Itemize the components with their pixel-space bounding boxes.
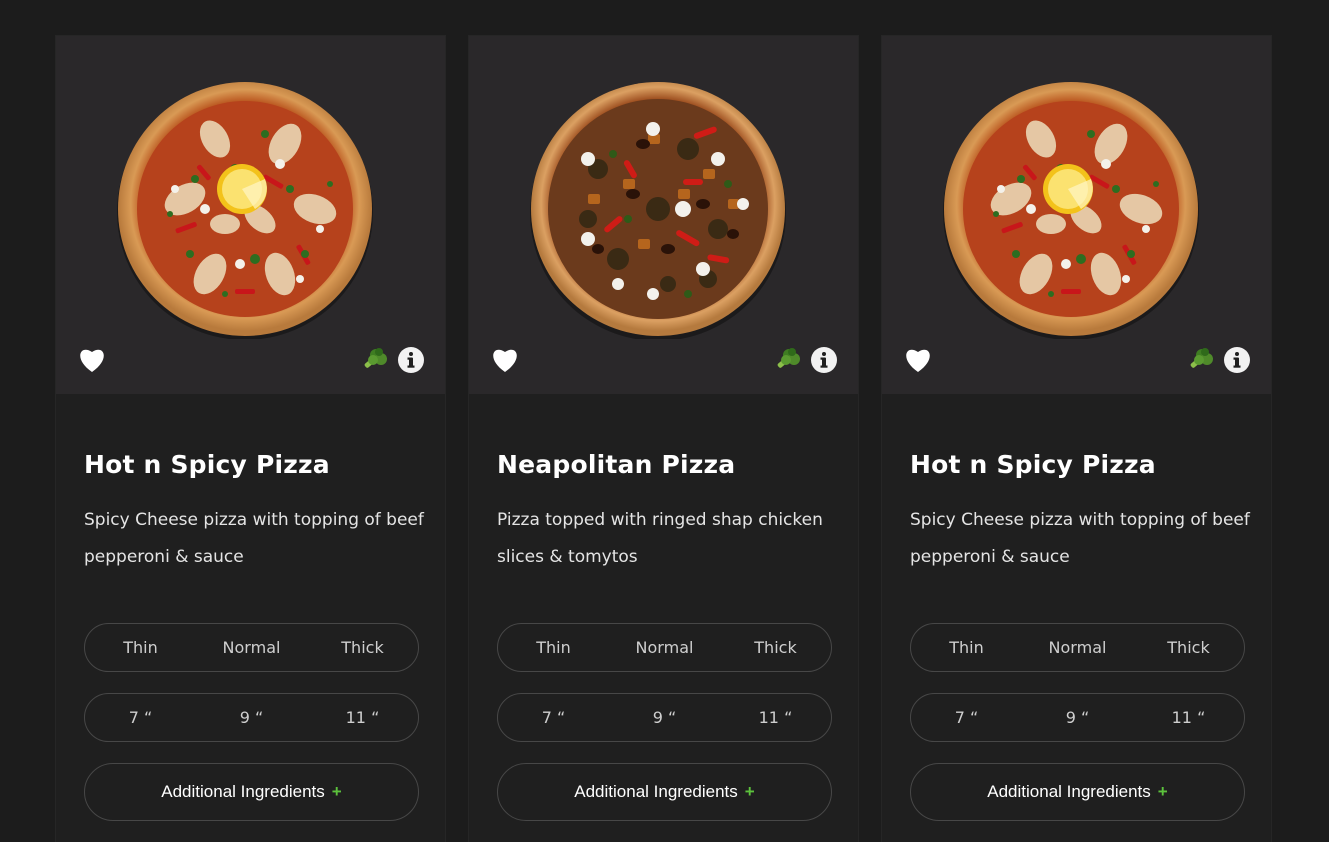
broccoli-icon (359, 345, 389, 375)
size-option-11[interactable]: 11 “ (720, 708, 831, 727)
size-option-11[interactable]: 11 “ (307, 708, 418, 727)
additional-ingredients-button[interactable]: Additional Ingredients + (497, 763, 832, 821)
broccoli-icon (772, 345, 802, 375)
additional-ingredients-button[interactable]: Additional Ingredients + (84, 763, 419, 821)
favorite-heart-icon[interactable] (490, 346, 520, 374)
crust-option-thick[interactable]: Thick (720, 638, 831, 657)
product-grid: Hot n Spicy Pizza Spicy Cheese pizza wit… (55, 35, 1273, 842)
crust-option-thick[interactable]: Thick (1133, 638, 1244, 657)
additional-ingredients-label: Additional Ingredients (161, 782, 325, 801)
size-selector: 7 “ 9 “ 11 “ (497, 693, 832, 742)
plus-icon: + (1157, 782, 1168, 801)
product-title: Neapolitan Pizza (497, 450, 736, 479)
crust-selector: Thin Normal Thick (84, 623, 419, 672)
pizza-image (115, 79, 375, 339)
size-option-7[interactable]: 7 “ (498, 708, 609, 727)
product-title: Hot n Spicy Pizza (910, 450, 1156, 479)
additional-ingredients-button[interactable]: Additional Ingredients + (910, 763, 1245, 821)
size-selector: 7 “ 9 “ 11 “ (84, 693, 419, 742)
size-option-11[interactable]: 11 “ (1133, 708, 1244, 727)
product-image-area (882, 36, 1271, 394)
product-card: Hot n Spicy Pizza Spicy Cheese pizza wit… (881, 35, 1272, 842)
crust-option-normal[interactable]: Normal (196, 638, 307, 657)
favorite-heart-icon[interactable] (903, 346, 933, 374)
size-selector: 7 “ 9 “ 11 “ (910, 693, 1245, 742)
product-card: Hot n Spicy Pizza Spicy Cheese pizza wit… (55, 35, 446, 842)
pizza-image (941, 79, 1201, 339)
product-image-area (469, 36, 858, 394)
product-description: Spicy Cheese pizza with topping of beef … (84, 510, 424, 567)
crust-option-normal[interactable]: Normal (1022, 638, 1133, 657)
size-option-7[interactable]: 7 “ (85, 708, 196, 727)
plus-icon: + (331, 782, 342, 801)
additional-ingredients-label: Additional Ingredients (574, 782, 738, 801)
broccoli-icon (1185, 345, 1215, 375)
crust-selector: Thin Normal Thick (497, 623, 832, 672)
info-icon[interactable] (398, 347, 424, 373)
pizza-image (528, 79, 788, 339)
product-description: Spicy Cheese pizza with topping of beef … (910, 510, 1250, 567)
crust-option-thin[interactable]: Thin (498, 638, 609, 657)
product-image-area (56, 36, 445, 394)
product-title: Hot n Spicy Pizza (84, 450, 330, 479)
crust-option-normal[interactable]: Normal (609, 638, 720, 657)
crust-option-thin[interactable]: Thin (911, 638, 1022, 657)
info-icon[interactable] (811, 347, 837, 373)
product-description: Pizza topped with ringed shap chicken sl… (497, 510, 823, 567)
size-option-9[interactable]: 9 “ (196, 708, 307, 727)
size-option-7[interactable]: 7 “ (911, 708, 1022, 727)
plus-icon: + (744, 782, 755, 801)
size-option-9[interactable]: 9 “ (1022, 708, 1133, 727)
additional-ingredients-label: Additional Ingredients (987, 782, 1151, 801)
crust-option-thick[interactable]: Thick (307, 638, 418, 657)
favorite-heart-icon[interactable] (77, 346, 107, 374)
crust-selector: Thin Normal Thick (910, 623, 1245, 672)
crust-option-thin[interactable]: Thin (85, 638, 196, 657)
product-card: Neapolitan Pizza Pizza topped with ringe… (468, 35, 859, 842)
info-icon[interactable] (1224, 347, 1250, 373)
size-option-9[interactable]: 9 “ (609, 708, 720, 727)
